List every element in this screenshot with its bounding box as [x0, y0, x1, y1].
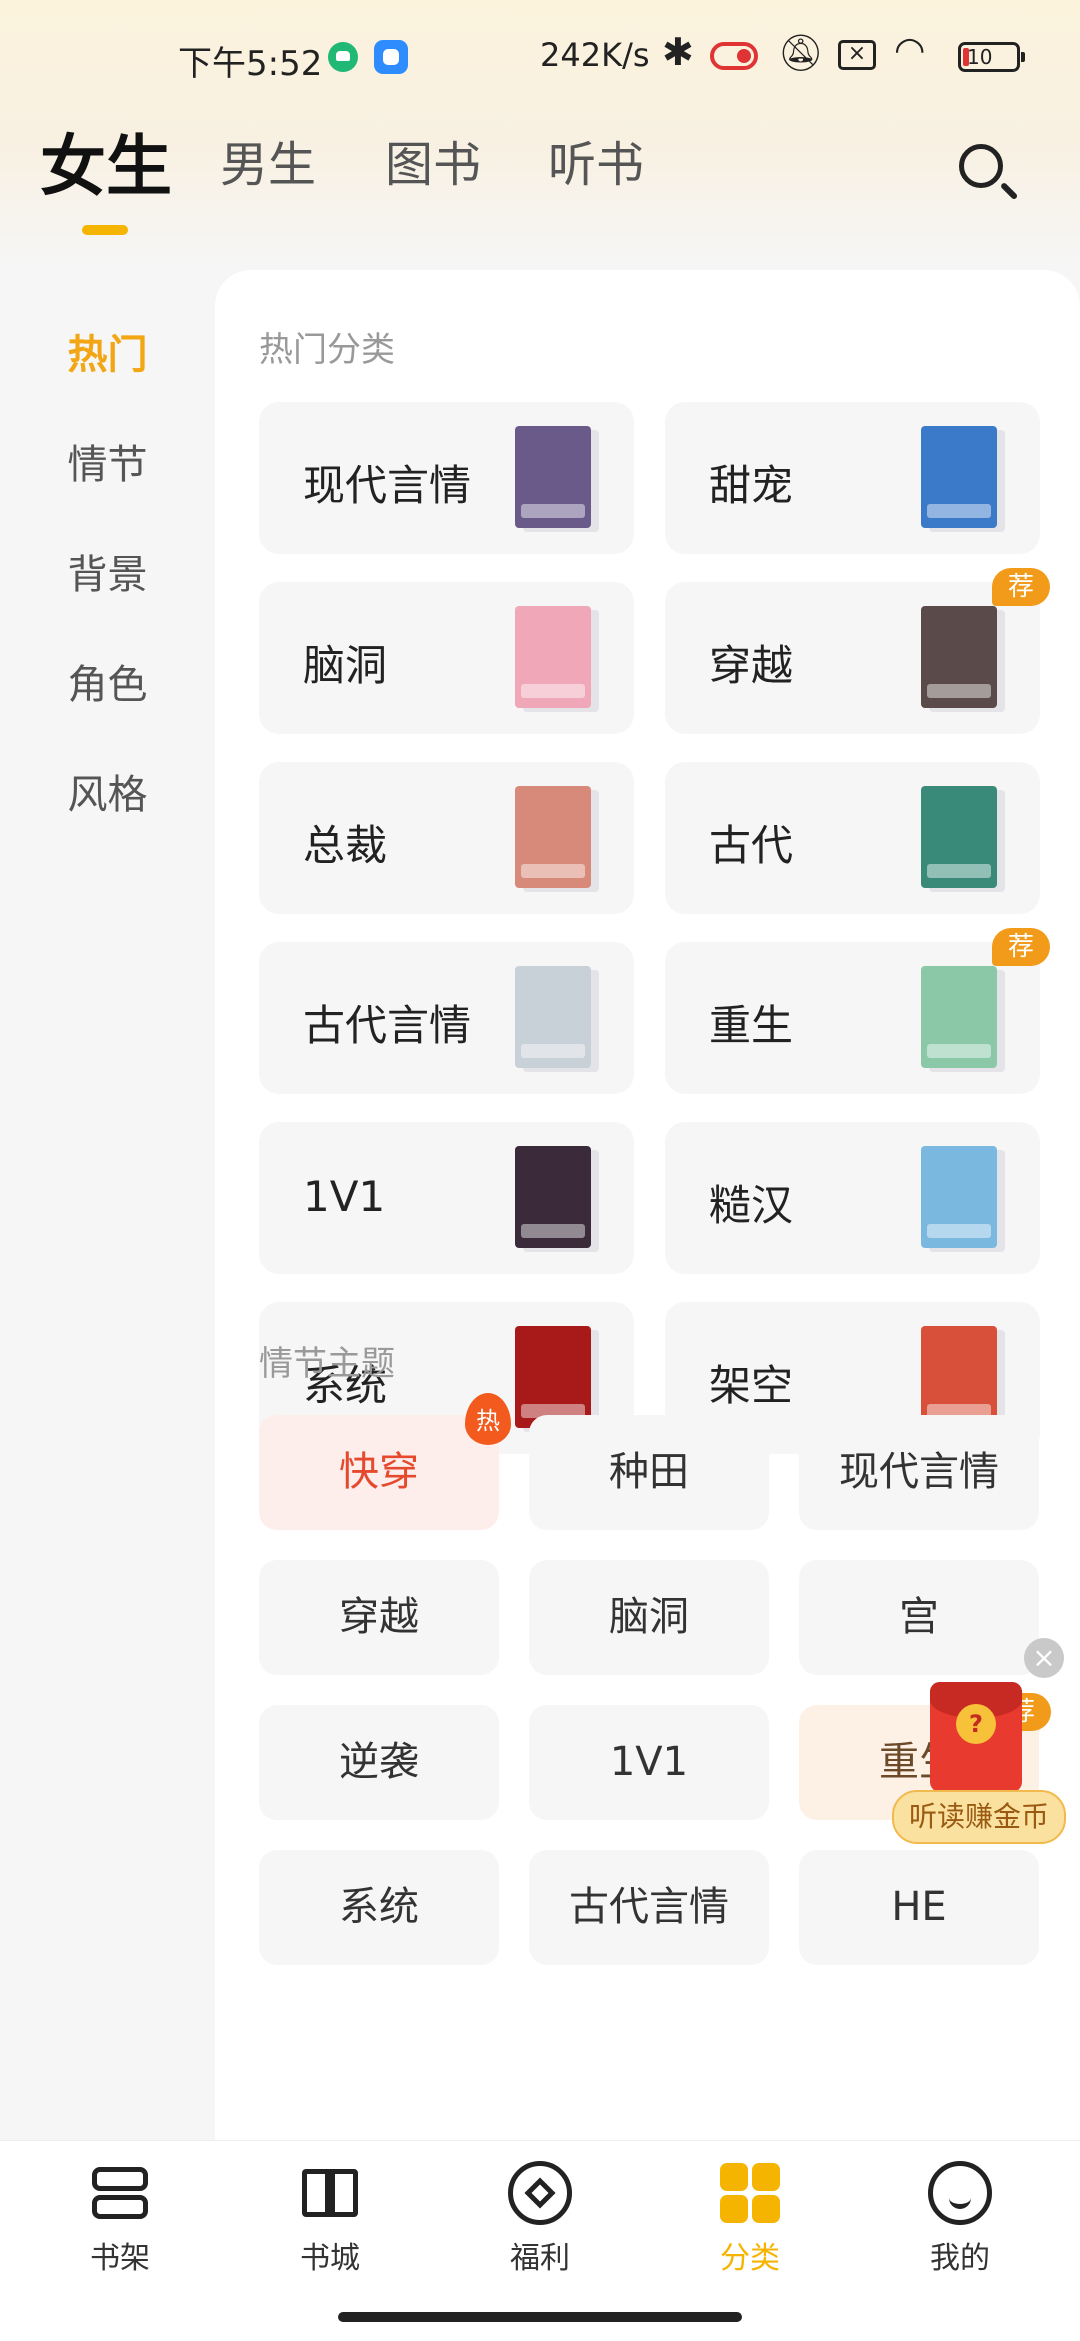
nav-label: 书架 — [90, 2241, 150, 2276]
tab-books[interactable]: 图书 — [385, 125, 481, 195]
nav-label: 福利 — [510, 2241, 570, 2276]
category-card[interactable]: 糙汉 — [665, 1122, 1040, 1274]
book-cover-image — [515, 426, 591, 528]
category-label: 穿越 — [709, 641, 794, 690]
category-label: 古代言情 — [303, 1001, 472, 1050]
tag-item[interactable]: 穿越 — [259, 1560, 499, 1675]
tag-item[interactable]: 逆袭 — [259, 1705, 499, 1820]
book-cover-image — [921, 1326, 997, 1428]
no-sim-icon: × — [838, 40, 876, 70]
tag-item[interactable]: HE — [799, 1850, 1039, 1965]
category-label: 现代言情 — [303, 461, 472, 510]
tag-item[interactable]: 种田 — [529, 1415, 769, 1530]
sidebar-item-background[interactable]: 背景 — [0, 542, 215, 600]
chat-notification-icon — [374, 40, 408, 74]
status-time: 下午5:52 — [178, 44, 323, 84]
tag-item[interactable]: 宫 — [799, 1560, 1039, 1675]
welfare-icon — [508, 2161, 572, 2225]
battery-level: 10 — [967, 45, 993, 69]
bookshelf-icon — [88, 2161, 152, 2225]
tag-item[interactable]: 1V1 — [529, 1705, 769, 1820]
network-speed: 242K/s — [540, 36, 650, 74]
mute-icon: 🔕︎ — [778, 33, 824, 74]
category-label: 1V1 — [303, 1172, 386, 1221]
sidebar-item-plot[interactable]: 情节 — [0, 432, 215, 490]
category-label: 古代 — [709, 821, 794, 870]
book-cover-image — [921, 606, 997, 708]
tab-female[interactable]: 女生 — [40, 113, 172, 209]
sidebar-item-role[interactable]: 角色 — [0, 652, 215, 710]
tag-item[interactable]: 脑洞 — [529, 1560, 769, 1675]
tag-item[interactable]: 快穿 热 — [259, 1393, 511, 1530]
search-icon — [959, 144, 1003, 188]
bottom-navigation: 书架 书城 福利 分类 我的 — [0, 2140, 1080, 2341]
recording-icon — [710, 42, 758, 70]
wifi-icon: ◠ — [894, 30, 926, 71]
nav-label: 书城 — [300, 2241, 360, 2276]
nav-welfare[interactable]: 福利 — [455, 2161, 625, 2277]
category-card[interactable]: 总裁 — [259, 762, 634, 914]
plot-section-title: 情节主题 — [259, 1344, 395, 1384]
nav-category[interactable]: 分类 — [665, 2161, 835, 2277]
bluetooth-icon: ✱ — [662, 30, 694, 74]
category-label: 糙汉 — [709, 1181, 794, 1230]
category-card[interactable]: 古代 — [665, 762, 1040, 914]
nav-label: 分类 — [720, 2241, 780, 2276]
recommended-badge: 荐 — [992, 568, 1050, 606]
listen-earn-coins-button[interactable]: 听读赚金币 — [892, 1790, 1066, 1844]
coin-icon: ? — [956, 1704, 996, 1744]
book-cover-image — [515, 966, 591, 1068]
category-label: 重生 — [709, 1001, 794, 1050]
category-card[interactable]: 1V1 — [259, 1122, 634, 1274]
book-cover-image — [921, 966, 997, 1068]
category-card[interactable]: 重生 荐 — [665, 928, 1050, 1094]
battery-icon: 10 — [958, 42, 1025, 72]
tag-item[interactable]: 现代言情 — [799, 1415, 1039, 1530]
search-button[interactable] — [955, 140, 1019, 204]
book-cover-image — [515, 1326, 591, 1428]
home-indicator[interactable] — [338, 2312, 742, 2322]
book-cover-image — [921, 1146, 997, 1248]
sidebar-item-hot[interactable]: 热门 — [0, 322, 215, 380]
tag-item[interactable]: 系统 — [259, 1850, 499, 1965]
nav-label: 我的 — [930, 2241, 990, 2276]
category-label: 架空 — [709, 1361, 794, 1410]
nav-bookshelf[interactable]: 书架 — [35, 2161, 205, 2277]
category-label: 脑洞 — [303, 641, 388, 690]
book-cover-image — [921, 426, 997, 528]
red-packet-icon[interactable]: ? — [930, 1682, 1022, 1792]
nav-profile[interactable]: 我的 — [875, 2161, 1045, 2277]
category-label: 甜宠 — [709, 461, 794, 510]
status-bar: 下午5:52 242K/s ✱ 🔕︎ × ◠ 10 — [0, 0, 1080, 120]
category-card[interactable]: 穿越 荐 — [665, 568, 1050, 734]
book-cover-image — [921, 786, 997, 888]
book-cover-image — [515, 606, 591, 708]
tab-male[interactable]: 男生 — [220, 125, 316, 195]
tag-label: 快穿 — [259, 1415, 499, 1530]
tag-item[interactable]: 古代言情 — [529, 1850, 769, 1965]
active-tab-indicator — [82, 225, 128, 235]
category-card[interactable]: 古代言情 — [259, 942, 634, 1094]
recommended-badge: 荐 — [992, 928, 1050, 966]
promo-close-icon[interactable]: × — [1024, 1638, 1064, 1678]
category-icon — [718, 2161, 782, 2225]
book-icon — [298, 2161, 362, 2225]
category-card[interactable]: 现代言情 — [259, 402, 634, 554]
hot-section-title: 热门分类 — [259, 330, 395, 370]
sidebar-item-style[interactable]: 风格 — [0, 762, 215, 820]
tab-audiobooks[interactable]: 听书 — [548, 125, 644, 195]
category-card[interactable]: 脑洞 — [259, 582, 634, 734]
app-notification-icon — [328, 42, 358, 72]
book-cover-image — [515, 1146, 591, 1248]
book-cover-image — [515, 786, 591, 888]
category-content-panel: 热门分类 现代言情 甜宠 脑洞 穿越荐 总裁 古代 古代言情 重生荐 1V1 糙… — [215, 270, 1080, 2170]
nav-bookstore[interactable]: 书城 — [245, 2161, 415, 2277]
category-card[interactable]: 甜宠 — [665, 402, 1040, 554]
category-label: 总裁 — [303, 821, 388, 870]
profile-icon — [928, 2161, 992, 2225]
